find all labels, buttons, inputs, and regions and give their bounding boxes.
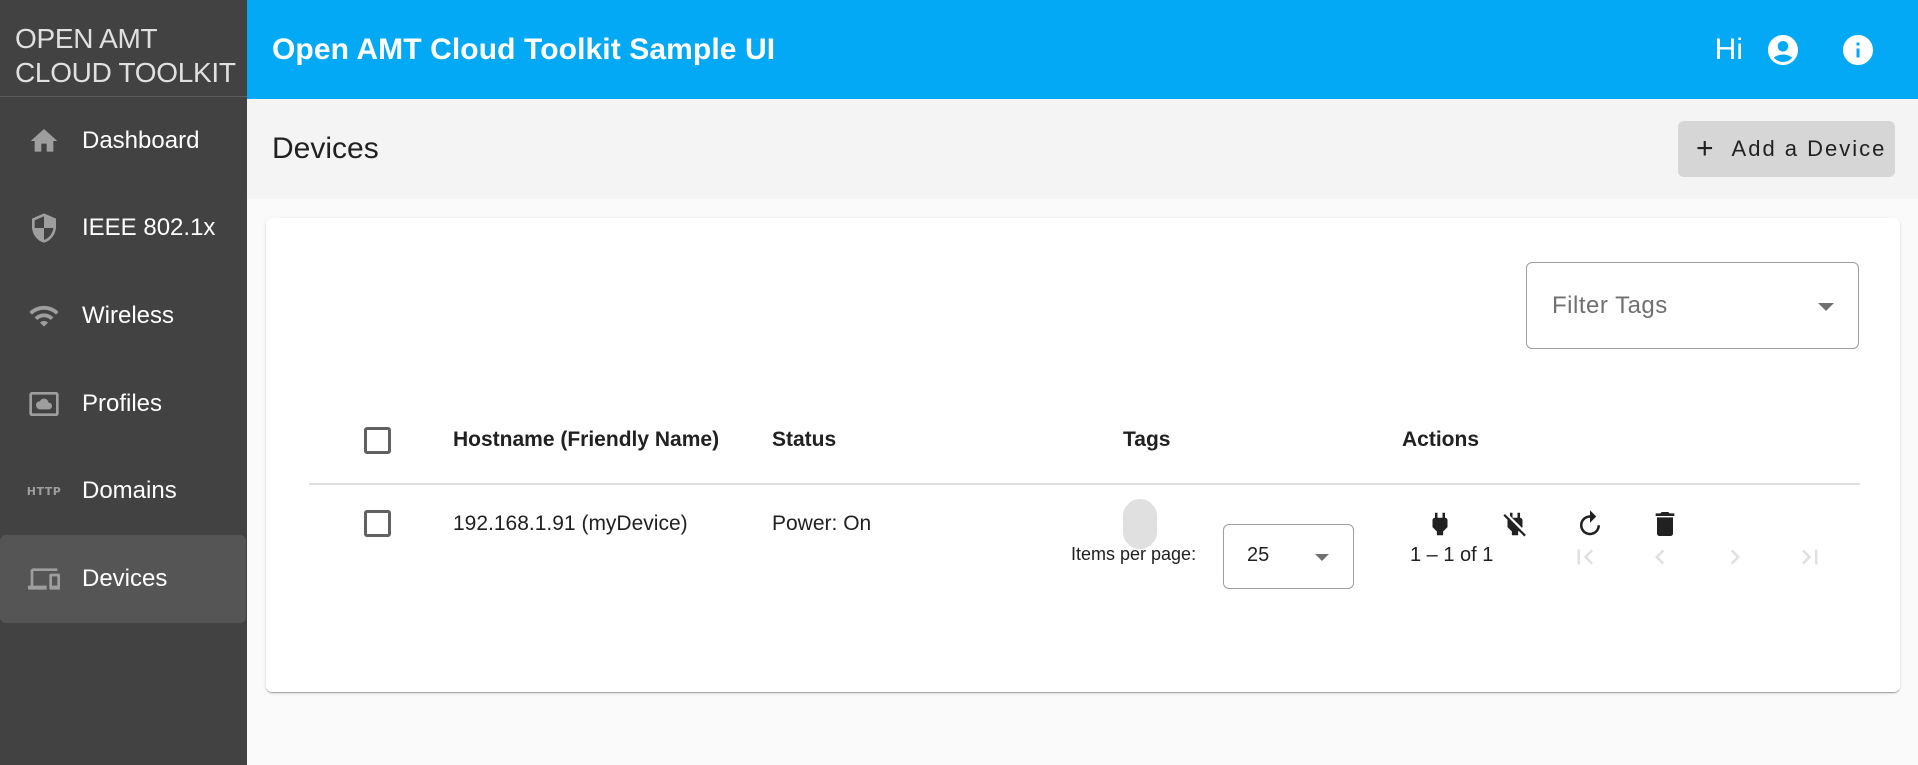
sidebar-nav: Dashboard IEEE 802.1x Wireless Profiles …: [0, 97, 247, 623]
chevron-down-icon: [1315, 554, 1329, 561]
sidebar-item-profiles[interactable]: Profiles: [0, 360, 247, 448]
sidebar-item-label: Devices: [82, 564, 168, 592]
column-header-status[interactable]: Status: [772, 393, 836, 473]
info-icon: [1843, 34, 1873, 65]
sidebar-item-label: Profiles: [82, 389, 163, 417]
sidebar-item-domains[interactable]: HTTP Domains: [0, 447, 247, 535]
app-title: Open AMT Cloud Toolkit Sample UI: [272, 32, 776, 66]
sidebar-item-dashboard[interactable]: Dashboard: [0, 97, 247, 185]
column-header-actions: Actions: [1402, 428, 1480, 451]
last-page-button[interactable]: [1786, 533, 1834, 581]
plus-icon: +: [1696, 132, 1716, 165]
sidebar-item-devices[interactable]: Devices: [0, 534, 246, 623]
http-glyph: HTTP: [26, 484, 62, 498]
top-app-bar: Open AMT Cloud Toolkit Sample UI Hi: [247, 0, 1918, 99]
shield-icon: [26, 213, 62, 244]
paginator: Items per page: 25 1 – 1 of 1: [266, 524, 1900, 590]
previous-page-button[interactable]: [1636, 533, 1684, 581]
next-page-button[interactable]: [1711, 533, 1759, 581]
add-device-label: Add a Device: [1731, 136, 1887, 161]
sidebar: OPEN AMT CLOUD TOOLKIT Dashboard IEEE 80…: [0, 0, 247, 765]
sidebar-item-label: IEEE 802.1x: [82, 214, 216, 242]
filter-tags-select[interactable]: Filter Tags: [1526, 262, 1859, 349]
greeting-text: Hi: [1714, 32, 1743, 66]
brand-line-1: OPEN AMT: [15, 23, 158, 54]
items-per-page-value: 25: [1247, 544, 1270, 566]
table-header-row: Hostname (Friendly Name) Status Tags Act…: [309, 393, 1860, 485]
filter-tags-placeholder: Filter Tags: [1552, 291, 1668, 319]
chevron-left-icon: [1655, 549, 1665, 565]
http-icon: HTTP: [26, 476, 62, 506]
chevron-down-icon: [1818, 303, 1834, 311]
info-button[interactable]: [1836, 28, 1880, 72]
column-header-tags: Tags: [1123, 428, 1171, 451]
home-icon: [26, 126, 62, 156]
sidebar-item-label: Dashboard: [82, 126, 200, 154]
add-device-button[interactable]: + Add a Device: [1678, 121, 1895, 177]
column-header-hostname[interactable]: Hostname (Friendly Name): [453, 393, 719, 473]
sidebar-item-wireless[interactable]: Wireless: [0, 272, 247, 360]
sidebar-item-label: Domains: [82, 477, 177, 505]
page-range-label: 1 – 1 of 1: [1410, 544, 1494, 566]
devices-icon: [26, 564, 62, 594]
devices-card: Filter Tags Hostname (Friendly Name) Sta…: [266, 218, 1900, 692]
last-page-icon: [1801, 549, 1818, 565]
page-title: Devices: [272, 132, 379, 165]
cloud-profile-icon: [26, 389, 62, 419]
chevron-right-icon: [1730, 549, 1740, 565]
account-circle-icon: [1768, 34, 1798, 65]
sidebar-item-label: Wireless: [82, 301, 175, 329]
account-button[interactable]: [1761, 28, 1805, 72]
sidebar-item-ieee[interactable]: IEEE 802.1x: [0, 185, 247, 273]
brand-line-2: CLOUD TOOLKIT: [15, 57, 236, 88]
brand-logo: OPEN AMT CLOUD TOOLKIT: [0, 0, 247, 97]
wifi-icon: [26, 301, 62, 331]
first-page-button[interactable]: [1561, 533, 1609, 581]
header-checkbox-cell: [364, 393, 391, 473]
items-per-page-label: Items per page:: [1071, 544, 1197, 564]
first-page-icon: [1577, 549, 1594, 565]
topbar-actions: Hi: [1715, 0, 1918, 99]
page-header: Devices + Add a Device: [247, 99, 1918, 199]
items-per-page-select[interactable]: 25: [1223, 524, 1354, 589]
select-all-checkbox[interactable]: [364, 426, 391, 454]
